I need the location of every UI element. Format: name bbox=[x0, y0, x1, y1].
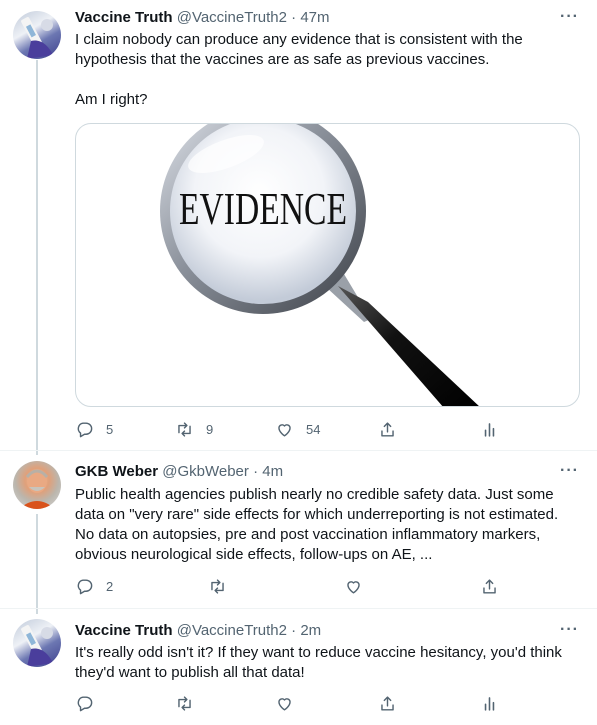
avatar[interactable] bbox=[13, 461, 61, 509]
more-icon[interactable]: ··· bbox=[560, 620, 579, 640]
more-icon[interactable]: ··· bbox=[560, 461, 579, 481]
display-name[interactable]: Vaccine Truth bbox=[75, 9, 173, 26]
timestamp[interactable]: 4m bbox=[262, 463, 283, 480]
more-icon[interactable]: ··· bbox=[560, 7, 579, 27]
tweet-text: I claim nobody can produce any evidence … bbox=[75, 31, 523, 108]
like-button[interactable] bbox=[344, 576, 363, 596]
like-icon bbox=[347, 580, 360, 594]
retweet-button[interactable] bbox=[175, 693, 194, 713]
analytics-icon bbox=[484, 422, 495, 437]
reply-button[interactable]: 2 bbox=[75, 576, 113, 596]
avatar[interactable] bbox=[13, 619, 61, 667]
reply-icon bbox=[77, 578, 93, 594]
avatar[interactable] bbox=[13, 11, 61, 59]
tweet-text: Public health agencies publish nearly no… bbox=[75, 486, 563, 563]
tweet[interactable]: Vaccine Truth @VaccineTruth2 · 47m ··· I… bbox=[0, 0, 597, 450]
retweet-icon bbox=[211, 578, 224, 594]
retweet-count: 9 bbox=[206, 421, 214, 437]
reply-button[interactable]: 5 bbox=[75, 419, 113, 439]
timestamp[interactable]: 2m bbox=[300, 622, 321, 639]
share-icon bbox=[483, 578, 496, 594]
analytics-button[interactable] bbox=[480, 419, 499, 439]
share-button[interactable] bbox=[378, 693, 397, 713]
reply-button[interactable] bbox=[75, 693, 94, 713]
tweet-header: Vaccine Truth @VaccineTruth2 · 47m bbox=[75, 8, 330, 28]
reply-count: 2 bbox=[106, 578, 114, 594]
retweet-icon bbox=[178, 695, 191, 711]
tweet-text: It's really odd isn't it? If they want t… bbox=[75, 644, 567, 681]
reply-icon bbox=[77, 695, 93, 711]
share-button[interactable] bbox=[480, 576, 499, 596]
display-name[interactable]: GKB Weber bbox=[75, 463, 158, 480]
like-icon bbox=[278, 423, 291, 437]
evidence-text: EVIDENCE bbox=[179, 183, 347, 234]
retweet-button[interactable] bbox=[208, 576, 227, 596]
tweet-header: GKB Weber @GkbWeber · 4m bbox=[75, 462, 283, 482]
tweet-feed: Vaccine Truth @VaccineTruth2 · 47m ··· I… bbox=[0, 0, 597, 725]
user-handle[interactable]: @VaccineTruth2 bbox=[177, 9, 287, 26]
tweet-image[interactable]: EVIDENCE bbox=[75, 123, 580, 407]
analytics-button[interactable] bbox=[480, 693, 499, 713]
analytics-icon bbox=[484, 696, 495, 711]
tweet[interactable]: Vaccine Truth @VaccineTruth2 · 2m ··· It… bbox=[0, 608, 597, 725]
separator: · bbox=[291, 9, 297, 26]
like-button[interactable]: 54 bbox=[275, 419, 320, 439]
like-icon bbox=[278, 697, 291, 711]
tweet-actions bbox=[75, 693, 505, 713]
separator: · bbox=[253, 463, 259, 480]
reply-icon bbox=[77, 421, 93, 437]
tweet-actions: 2 bbox=[75, 576, 505, 596]
timestamp[interactable]: 47m bbox=[300, 9, 329, 26]
retweet-button[interactable]: 9 bbox=[175, 419, 213, 439]
user-handle[interactable]: @VaccineTruth2 bbox=[177, 622, 287, 639]
user-handle[interactable]: @GkbWeber bbox=[162, 463, 249, 480]
share-icon bbox=[381, 695, 394, 711]
share-button[interactable] bbox=[378, 419, 397, 439]
display-name[interactable]: Vaccine Truth bbox=[75, 622, 173, 639]
separator: · bbox=[291, 622, 297, 639]
tweet-header: Vaccine Truth @VaccineTruth2 · 2m bbox=[75, 621, 321, 641]
like-button[interactable] bbox=[275, 693, 294, 713]
tweet-actions: 5 9 54 bbox=[75, 419, 505, 439]
share-icon bbox=[381, 421, 394, 437]
reply-count: 5 bbox=[106, 421, 114, 437]
tweet[interactable]: GKB Weber @GkbWeber · 4m ··· Public heal… bbox=[0, 450, 597, 608]
retweet-icon bbox=[178, 421, 191, 437]
like-count: 54 bbox=[306, 421, 321, 437]
